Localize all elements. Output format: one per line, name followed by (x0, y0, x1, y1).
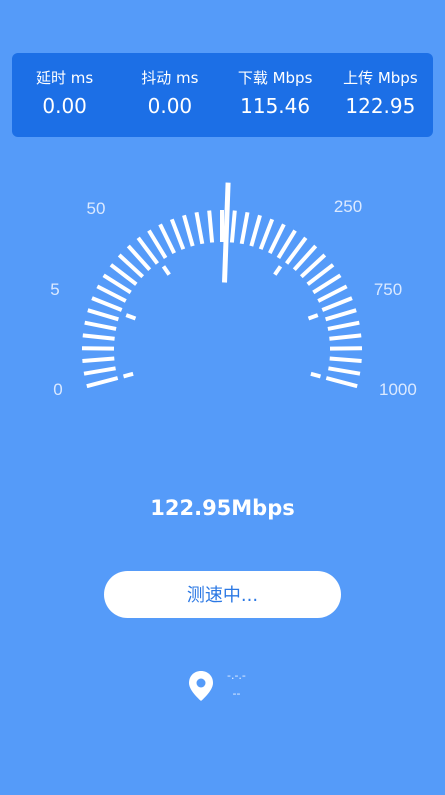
location-line1: -.-.- (227, 669, 246, 682)
gauge-ticks (81, 210, 363, 389)
gauge-tick (239, 211, 250, 245)
gauge-tick (329, 333, 362, 341)
location-pin-icon (189, 671, 213, 701)
stat-label: 延时 ms (36, 69, 94, 87)
stat-value: 122.95 (345, 94, 416, 118)
gauge-tick (182, 214, 195, 247)
start-test-button[interactable]: 测速中... (104, 571, 341, 618)
gauge-needle (222, 182, 231, 283)
gauge-tick (325, 308, 357, 322)
gauge-tick (249, 214, 262, 247)
gauge-tick (86, 376, 119, 389)
gauge-minor-tick (161, 265, 171, 276)
stat-value: 115.46 (240, 94, 311, 118)
gauge-label-1000: 1000 (379, 380, 417, 399)
gauge-minor-tick (125, 313, 137, 321)
location-line2: -- (232, 687, 241, 700)
speed-readout: 122.95Mbps (150, 496, 295, 520)
stat-label: 上传 Mbps (343, 69, 418, 87)
stat-value: 0.00 (42, 94, 87, 118)
gauge-tick (329, 356, 362, 363)
gauge-label-5: 5 (50, 280, 59, 299)
gauge-tick (321, 296, 353, 312)
gauge-tick (91, 296, 123, 312)
gauge-tick (169, 218, 186, 250)
gauge-tick (258, 218, 275, 250)
gauge-minor-tick (310, 371, 322, 379)
location-info: -.-.- -- (188, 670, 246, 702)
stat-upload: 上传 Mbps 122.95 (328, 53, 433, 137)
stat-label: 下载 Mbps (237, 69, 313, 87)
gauge-tick (229, 210, 237, 243)
stat-value: 0.00 (147, 94, 193, 118)
gauge-tick (87, 308, 119, 322)
gauge-tick (207, 210, 215, 243)
gauge-tick (325, 376, 358, 389)
stat-label: 抖动 ms (141, 69, 199, 87)
gauge-tick (82, 356, 115, 363)
gauge-label-50: 50 (87, 199, 106, 218)
gauge-minor-tick (273, 265, 283, 276)
gauge-tick (194, 211, 205, 245)
gauge-tick (83, 366, 116, 376)
gauge-tick (82, 333, 115, 341)
gauge-label-250: 250 (334, 197, 362, 216)
gauge-label-0: 0 (53, 380, 62, 399)
gauge-minor-tick (122, 371, 134, 379)
stat-download: 下载 Mbps 115.46 (223, 53, 328, 137)
gauge-label-750: 750 (374, 280, 402, 299)
stats-panel: 延时 ms 0.00 抖动 ms 0.00 下载 Mbps 115.46 上传 … (12, 53, 433, 137)
gauge-tick (327, 320, 360, 331)
gauge-minor-tick (307, 313, 319, 321)
stat-latency: 延时 ms 0.00 (12, 53, 117, 137)
speed-gauge: 0 5 50 250 750 1000 (50, 182, 417, 399)
gauge-tick (328, 366, 361, 376)
gauge-tick (84, 320, 117, 331)
stat-jitter: 抖动 ms 0.00 (117, 53, 222, 137)
